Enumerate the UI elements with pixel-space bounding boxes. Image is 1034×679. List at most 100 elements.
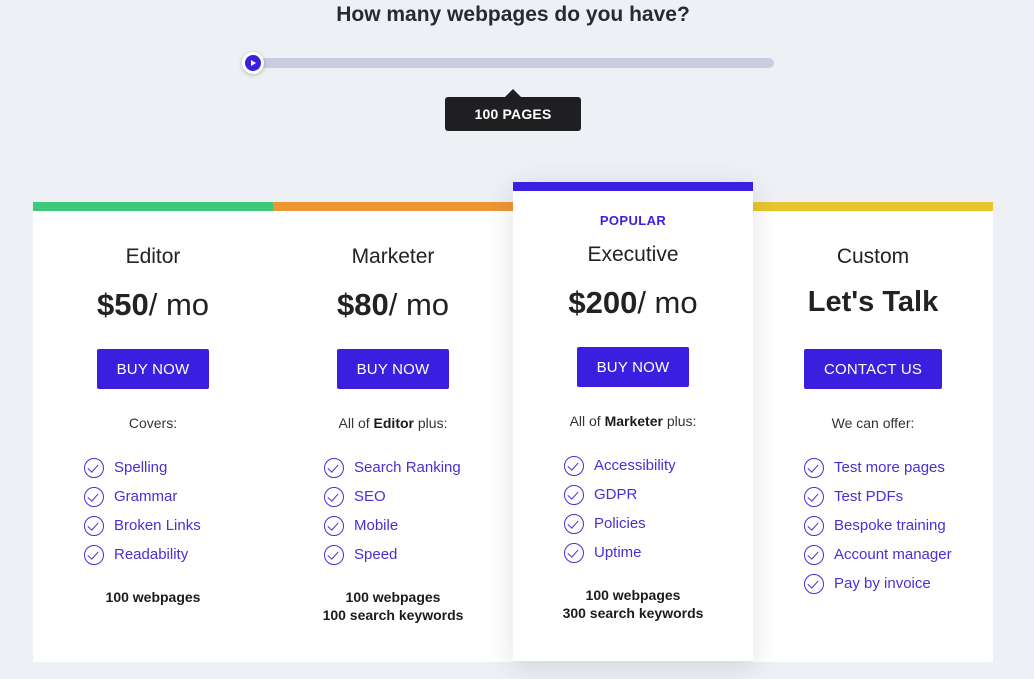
intro-prefix: All of bbox=[338, 415, 370, 431]
intro-suffix: plus: bbox=[417, 415, 448, 431]
footer-line: 100 webpages bbox=[345, 589, 441, 605]
feature-label: Broken Links bbox=[114, 517, 201, 534]
plan-price: $200/ mo bbox=[513, 285, 753, 321]
plan-card-marketer: Marketer $80/ mo BUY NOW All of Editor p… bbox=[273, 202, 513, 662]
feature-label: Policies bbox=[594, 515, 646, 532]
feature-label: Uptime bbox=[594, 544, 642, 561]
feature-item: Accessibility bbox=[564, 451, 676, 480]
popular-badge: POPULAR bbox=[599, 213, 667, 228]
check-circle-icon bbox=[804, 457, 824, 478]
check-circle-icon bbox=[564, 542, 584, 563]
footer-line: 100 webpages bbox=[105, 589, 201, 605]
check-circle-icon bbox=[804, 573, 824, 594]
pages-tooltip: 100 PAGES bbox=[445, 89, 581, 131]
feature-item: Pay by invoice bbox=[804, 569, 952, 598]
check-circle-icon bbox=[564, 455, 584, 476]
check-circle-icon bbox=[84, 457, 104, 478]
feature-label: Readability bbox=[114, 546, 189, 563]
feature-item: SEO bbox=[324, 482, 461, 511]
feature-item: Spelling bbox=[84, 453, 201, 482]
plan-accent-bar bbox=[513, 182, 753, 191]
feature-item: Policies bbox=[564, 509, 676, 538]
plan-accent-bar bbox=[753, 202, 993, 211]
plan-name: Marketer bbox=[351, 245, 435, 268]
feature-item: Readability bbox=[84, 540, 201, 569]
plan-price: $50/ mo bbox=[33, 287, 273, 323]
check-circle-icon bbox=[84, 515, 104, 536]
plan-intro: We can offer: bbox=[831, 415, 915, 431]
intro-plan-ref: Marketer bbox=[604, 413, 663, 429]
pages-slider-thumb[interactable] bbox=[242, 52, 264, 74]
plan-card-custom: Custom Let's Talk CONTACT US We can offe… bbox=[753, 202, 993, 662]
feature-item: GDPR bbox=[564, 480, 676, 509]
check-circle-icon bbox=[804, 544, 824, 565]
feature-list: Spelling Grammar Broken Links Readabilit… bbox=[84, 453, 201, 569]
plan-price: Let's Talk bbox=[807, 286, 939, 318]
buy-now-button[interactable]: BUY NOW bbox=[97, 349, 209, 389]
feature-label: Spelling bbox=[114, 459, 168, 476]
feature-item: Test PDFs bbox=[804, 482, 952, 511]
check-circle-icon bbox=[804, 486, 824, 507]
feature-label: Speed bbox=[354, 546, 398, 563]
feature-label: Pay by invoice bbox=[834, 575, 931, 592]
feature-label: Account manager bbox=[834, 546, 952, 563]
feature-label: Mobile bbox=[354, 517, 399, 534]
plan-name: Editor bbox=[125, 245, 181, 268]
check-circle-icon bbox=[84, 544, 104, 565]
plan-footer: 100 webpages bbox=[33, 588, 273, 606]
check-circle-icon bbox=[324, 544, 344, 565]
intro-plan-ref: Editor bbox=[373, 415, 414, 431]
buy-now-button[interactable]: BUY NOW bbox=[577, 347, 689, 387]
feature-item: Account manager bbox=[804, 540, 952, 569]
feature-label: Test more pages bbox=[834, 459, 945, 476]
intro-suffix: plus: bbox=[666, 413, 697, 429]
feature-item: Grammar bbox=[84, 482, 201, 511]
feature-label: Test PDFs bbox=[834, 488, 904, 505]
buy-now-button[interactable]: BUY NOW bbox=[337, 349, 449, 389]
feature-item: Mobile bbox=[324, 511, 461, 540]
feature-label: Accessibility bbox=[594, 457, 676, 474]
check-circle-icon bbox=[804, 515, 824, 536]
feature-item: Test more pages bbox=[804, 453, 952, 482]
feature-label: SEO bbox=[354, 488, 386, 505]
plan-name: Executive bbox=[587, 243, 679, 266]
pages-slider-track[interactable] bbox=[244, 58, 774, 68]
check-circle-icon bbox=[324, 457, 344, 478]
feature-list: Search Ranking SEO Mobile Speed bbox=[324, 453, 461, 569]
feature-item: Bespoke training bbox=[804, 511, 952, 540]
plan-card-editor: Editor $50/ mo BUY NOW Covers: Spelling … bbox=[33, 202, 273, 662]
plan-intro: All of Editor plus: bbox=[273, 415, 513, 431]
feature-label: Grammar bbox=[114, 488, 178, 505]
feature-list: Accessibility GDPR Policies Uptime bbox=[564, 451, 676, 567]
plan-footer: 100 webpages 100 search keywords bbox=[273, 588, 513, 624]
feature-label: Bespoke training bbox=[834, 517, 946, 534]
footer-line: 300 search keywords bbox=[562, 605, 704, 621]
check-circle-icon bbox=[324, 515, 344, 536]
check-circle-icon bbox=[84, 486, 104, 507]
check-circle-icon bbox=[564, 484, 584, 505]
plan-accent-bar bbox=[273, 202, 513, 211]
feature-label: GDPR bbox=[594, 486, 638, 503]
plan-intro: Covers: bbox=[128, 415, 178, 431]
plan-accent-bar bbox=[33, 202, 273, 211]
feature-item: Speed bbox=[324, 540, 461, 569]
contact-us-button[interactable]: CONTACT US bbox=[804, 349, 942, 389]
check-circle-icon bbox=[324, 486, 344, 507]
pricing-page: How many webpages do you have? 100 PAGES… bbox=[0, 0, 1034, 679]
price-suffix: / mo bbox=[637, 285, 698, 320]
webpage-count-question: How many webpages do you have? bbox=[336, 3, 690, 26]
price-suffix: / mo bbox=[148, 287, 210, 322]
feature-label: Search Ranking bbox=[354, 459, 461, 476]
plan-intro: All of Marketer plus: bbox=[513, 413, 753, 429]
check-circle-icon bbox=[564, 513, 584, 534]
footer-line: 100 webpages bbox=[585, 587, 681, 603]
feature-list: Test more pages Test PDFs Bespoke traini… bbox=[804, 453, 952, 598]
price-amount: $80 bbox=[336, 287, 389, 322]
footer-line: 100 search keywords bbox=[322, 607, 464, 623]
price-amount: $50 bbox=[96, 287, 149, 322]
feature-item: Uptime bbox=[564, 538, 676, 567]
intro-prefix: All of bbox=[569, 413, 601, 429]
plan-card-executive: POPULAR Executive $200/ mo BUY NOW All o… bbox=[513, 182, 753, 661]
feature-item: Search Ranking bbox=[324, 453, 461, 482]
feature-item: Broken Links bbox=[84, 511, 201, 540]
